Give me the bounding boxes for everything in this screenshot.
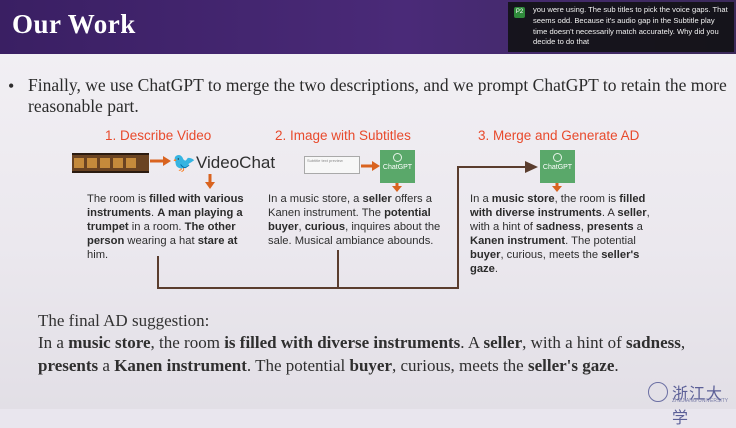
slide-title: Our Work	[12, 9, 136, 39]
final-ad-label: The final AD suggestion:	[38, 311, 210, 330]
connector-line	[457, 166, 459, 289]
arrow-down-icon	[205, 174, 215, 189]
emphasis-text: seller	[617, 207, 647, 219]
caption-text: you were using. The sub titles to pick t…	[533, 5, 728, 47]
slide: Our Work P2 you were using. The sub titl…	[0, 0, 736, 427]
plain-text: , with a hint of	[522, 333, 627, 352]
emphasis-text: is filled with diverse instruments	[224, 333, 461, 352]
emphasis-text: sadness	[535, 221, 581, 233]
emphasis-text: stare at	[197, 235, 238, 247]
connector-line	[337, 250, 339, 289]
plain-text: ,	[680, 333, 686, 352]
emphasis-text: curious	[304, 221, 346, 233]
emphasis-text: music store	[491, 193, 555, 205]
plain-text: .	[494, 263, 498, 275]
plain-text: . The potential	[565, 235, 636, 247]
video-description-text: The room is filled with various instrume…	[87, 192, 259, 262]
live-caption-overlay: P2 you were using. The sub titles to pic…	[508, 2, 734, 52]
connector-line	[157, 256, 159, 289]
emphasis-text: seller	[362, 193, 392, 205]
plain-text: . A	[460, 333, 484, 352]
final-ad-text: In a music store, the room is filled wit…	[38, 331, 703, 377]
video-filmstrip-icon	[72, 153, 149, 173]
plain-text: In a	[38, 333, 69, 352]
bullet-text: Finally, we use ChatGPT to merge the two…	[28, 75, 727, 116]
emphasis-text: Kanen	[470, 235, 505, 247]
step-1-title: 1. Describe Video	[105, 128, 212, 143]
emphasis-text: Kanen instrument	[114, 356, 247, 375]
plain-text: The room is	[87, 193, 150, 205]
plain-text: , the room is	[554, 193, 620, 205]
plain-text: . The potential	[246, 356, 350, 375]
chatgpt-logo-icon: ChatGPT	[380, 150, 415, 183]
plain-text: in a room.	[128, 221, 185, 233]
emphasis-text: presents	[586, 221, 634, 233]
plain-text: In a music store, a	[268, 193, 363, 205]
videochat-label: VideoChat	[196, 153, 276, 172]
emphasis-text: instrument	[507, 235, 566, 247]
step-3-title: 3. Merge and Generate AD	[478, 128, 640, 143]
merged-ad-text: In a music store, the room is filled wit…	[470, 192, 670, 276]
videochat-bird-icon: 🐦	[172, 153, 196, 174]
plain-text: , curious, meets the	[392, 356, 528, 375]
plain-text: .	[614, 356, 619, 375]
plain-text: him.	[87, 249, 109, 261]
plain-text: a	[633, 221, 643, 233]
step-2-title: 2. Image with Subtitles	[275, 128, 411, 143]
connector-line	[457, 166, 527, 168]
plain-text: wearing a hat	[124, 235, 198, 247]
arrow-right-icon	[525, 161, 538, 173]
bullet-marker: •	[8, 76, 15, 96]
emphasis-text: seller	[483, 333, 523, 352]
university-logo-subtext: ZHEJIANG UNIVERSITY	[672, 398, 729, 404]
caption-speaker-icon: P2	[514, 7, 525, 18]
plain-text: In a	[470, 193, 492, 205]
university-seal-icon	[648, 382, 668, 402]
emphasis-text: buyer	[470, 249, 501, 261]
plain-text: a	[98, 356, 115, 375]
plain-text: , the room	[150, 333, 225, 352]
emphasis-text: buyer	[349, 356, 393, 375]
plain-text: . A	[601, 207, 618, 219]
connector-line	[157, 287, 459, 289]
arrow-right-icon	[361, 161, 380, 171]
subtitle-frame-image: Subtitle text preview	[304, 156, 360, 174]
emphasis-text: sadness	[626, 333, 681, 352]
arrow-right-icon	[150, 156, 171, 166]
university-logo-text: 浙江大学	[672, 384, 724, 427]
plain-text: , curious, meets the	[500, 249, 602, 261]
emphasis-text: presents	[38, 356, 99, 375]
chatgpt-logo-icon: ChatGPT	[540, 150, 575, 183]
emphasis-text: seller's gaze	[527, 356, 615, 375]
subtitle-description-text: In a music store, a seller offers a Kane…	[268, 192, 458, 248]
emphasis-text: music store	[68, 333, 151, 352]
